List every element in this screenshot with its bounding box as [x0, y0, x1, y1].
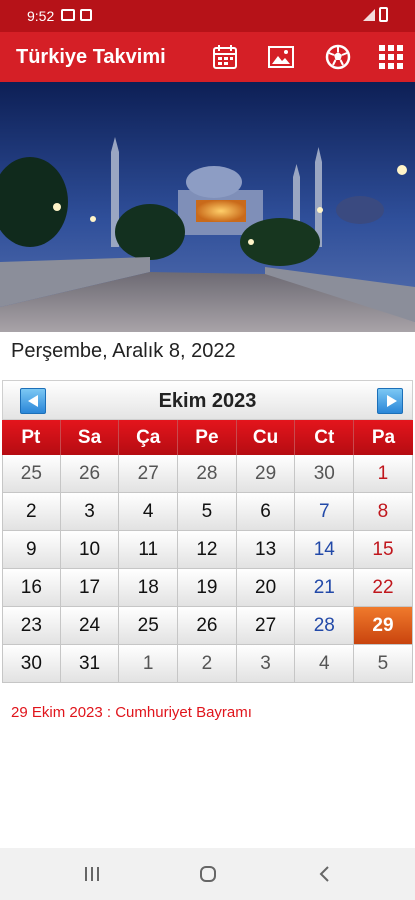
status-bar: 9:52: [0, 0, 415, 32]
day-cell[interactable]: 21: [295, 569, 355, 607]
day-cell[interactable]: 12: [178, 531, 237, 569]
signal-icon: [363, 9, 375, 21]
day-cell[interactable]: 7: [295, 493, 355, 531]
day-cell[interactable]: 2: [178, 645, 237, 683]
weekday-label: Sa: [61, 420, 120, 455]
day-cell[interactable]: 28: [295, 607, 355, 645]
mosque-photo: [0, 82, 415, 332]
day-cell[interactable]: 4: [119, 493, 179, 531]
day-cell[interactable]: 30: [295, 455, 355, 493]
day-cell[interactable]: 18: [119, 569, 179, 607]
day-cell[interactable]: 5: [354, 645, 413, 683]
calendar-grid: 25 26 27 28 29 30 1 2 3 4 5 6 7 8 9 10 1…: [2, 455, 413, 683]
app-screen: 9:52 Türkiye Takvimi Perşembe, Aralık 8,…: [0, 0, 415, 900]
day-cell[interactable]: 23: [2, 607, 61, 645]
week-row: 25 26 27 28 29 30 1: [2, 455, 413, 493]
weekday-label: Pe: [178, 420, 237, 455]
week-row: 23 24 25 26 27 28 29: [2, 607, 413, 645]
holiday-note[interactable]: 29 Ekim 2023 : Cumhuriyet Bayramı: [11, 704, 252, 721]
day-cell[interactable]: 2: [2, 493, 61, 531]
day-cell[interactable]: 15: [354, 531, 413, 569]
day-cell[interactable]: 3: [236, 645, 296, 683]
day-cell[interactable]: 10: [60, 531, 120, 569]
day-cell[interactable]: 30: [2, 645, 61, 683]
day-cell[interactable]: 26: [60, 455, 120, 493]
weekday-label: Pa: [371, 426, 396, 448]
day-cell[interactable]: 1: [119, 645, 179, 683]
next-month-button[interactable]: [377, 388, 403, 414]
day-cell[interactable]: 6: [236, 493, 296, 531]
month-title: Ekim 2023: [158, 390, 257, 412]
week-row: 9 10 11 12 13 14 15: [2, 531, 413, 569]
day-cell[interactable]: 3: [60, 493, 120, 531]
status-time: 9:52: [27, 8, 55, 24]
message-icon: [61, 9, 75, 21]
day-cell[interactable]: 11: [119, 531, 179, 569]
app-notification-icon: [80, 9, 92, 21]
day-cell[interactable]: 17: [60, 569, 120, 607]
apps-grid-icon[interactable]: [377, 43, 405, 71]
day-cell[interactable]: 31: [60, 645, 120, 683]
day-cell[interactable]: 14: [295, 531, 355, 569]
back-icon[interactable]: [314, 862, 334, 886]
app-bar: Türkiye Takvimi: [0, 32, 415, 82]
day-cell[interactable]: 20: [236, 569, 296, 607]
day-cell[interactable]: 25: [2, 455, 61, 493]
weekday-label: Pt: [2, 420, 61, 455]
system-navigation-bar: [0, 848, 415, 900]
today-date: Perşembe, Aralık 8, 2022: [11, 340, 236, 362]
day-cell[interactable]: 1: [354, 455, 413, 493]
day-cell[interactable]: 16: [2, 569, 61, 607]
weekday-label: Ct: [295, 420, 355, 455]
battery-icon: [379, 7, 388, 22]
home-icon[interactable]: [198, 862, 218, 886]
calendar-icon[interactable]: [211, 43, 239, 71]
weekday-label: Ça: [119, 420, 179, 455]
calendar-header: Ekim 2023: [2, 380, 413, 420]
day-cell[interactable]: 29: [236, 455, 296, 493]
day-cell[interactable]: 5: [178, 493, 237, 531]
day-cell[interactable]: 27: [119, 455, 179, 493]
recent-apps-icon[interactable]: [82, 862, 102, 886]
weekday-header: Pt Sa Ça Pe Cu Ct Pa: [2, 420, 413, 455]
app-title: Türkiye Takvimi: [16, 46, 166, 68]
day-cell[interactable]: 13: [236, 531, 296, 569]
day-cell[interactable]: 8: [354, 493, 413, 531]
image-icon[interactable]: [267, 43, 295, 71]
week-row: 30 31 1 2 3 4 5: [2, 645, 413, 683]
day-cell[interactable]: 4: [295, 645, 355, 683]
arrow-right-icon: [387, 395, 397, 407]
day-cell[interactable]: 9: [2, 531, 61, 569]
day-cell[interactable]: 24: [60, 607, 120, 645]
day-cell[interactable]: 25: [119, 607, 179, 645]
holiday-day-cell[interactable]: 29: [354, 607, 413, 645]
weekday-label: Cu: [237, 420, 296, 455]
day-cell[interactable]: 26: [178, 607, 237, 645]
week-row: 2 3 4 5 6 7 8: [2, 493, 413, 531]
football-icon[interactable]: [324, 43, 352, 71]
day-cell[interactable]: 19: [178, 569, 237, 607]
week-row: 16 17 18 19 20 21 22: [2, 569, 413, 607]
day-cell[interactable]: 22: [354, 569, 413, 607]
day-cell[interactable]: 27: [236, 607, 296, 645]
day-cell[interactable]: 28: [178, 455, 237, 493]
